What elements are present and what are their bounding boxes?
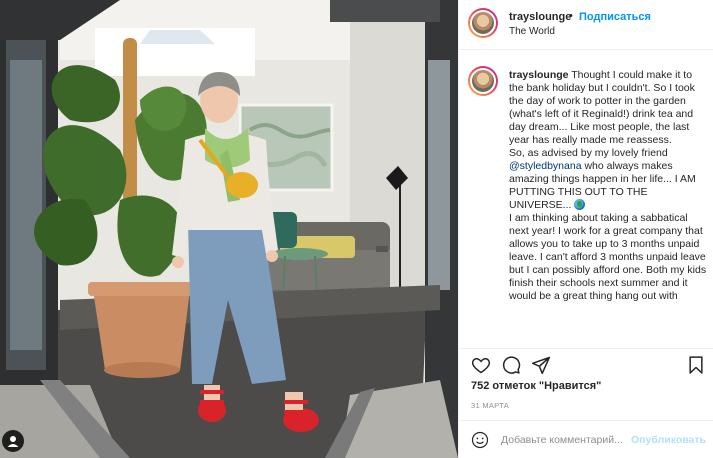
globe-icon (574, 199, 586, 210)
caption-avatar[interactable] (468, 66, 498, 96)
post-side-panel: trayslounge • Подписаться The World tray… (458, 0, 713, 458)
caption-text: trayslounge Thought I could make it to t… (509, 69, 709, 303)
mention-link[interactable]: @styledbynana (509, 160, 582, 172)
caption-paragraph-3: I am thinking about taking a sabbatical … (509, 212, 709, 303)
publish-button[interactable]: Опубликовать (631, 434, 706, 446)
location-link[interactable]: The World (509, 26, 555, 37)
caption-body-3: I am thinking about taking a sabbatical … (509, 212, 707, 302)
header-username[interactable]: trayslounge (509, 11, 571, 23)
comment-form: Опубликовать (459, 420, 713, 458)
bookmark-icon[interactable] (686, 355, 706, 375)
caption-paragraph-1: trayslounge Thought I could make it to t… (509, 69, 709, 147)
header-separator: • (569, 10, 573, 22)
action-bar (459, 348, 713, 380)
post-photo[interactable] (0, 0, 458, 458)
post-header: trayslounge • Подписаться The World (459, 0, 713, 50)
post-photo-illustration (0, 0, 458, 458)
follow-button[interactable]: Подписаться (579, 11, 651, 23)
share-icon[interactable] (531, 355, 551, 375)
smile-icon[interactable] (471, 431, 489, 449)
likes-count[interactable]: 752 отметок "Нравится" (471, 380, 601, 392)
user-profile-icon[interactable] (2, 430, 24, 452)
comment-input[interactable] (501, 430, 629, 450)
caption-paragraph-2: So, as advised by my lovely friend @styl… (509, 147, 709, 212)
caption-username[interactable]: trayslounge (509, 69, 569, 81)
comment-icon[interactable] (501, 355, 521, 375)
avatar[interactable] (468, 8, 498, 38)
post-date[interactable]: 31 МАРТА (471, 401, 509, 410)
caption-body-2a: So, as advised by my lovely friend (509, 147, 668, 159)
heart-icon[interactable] (471, 355, 491, 375)
post-caption: trayslounge Thought I could make it to t… (459, 58, 713, 348)
